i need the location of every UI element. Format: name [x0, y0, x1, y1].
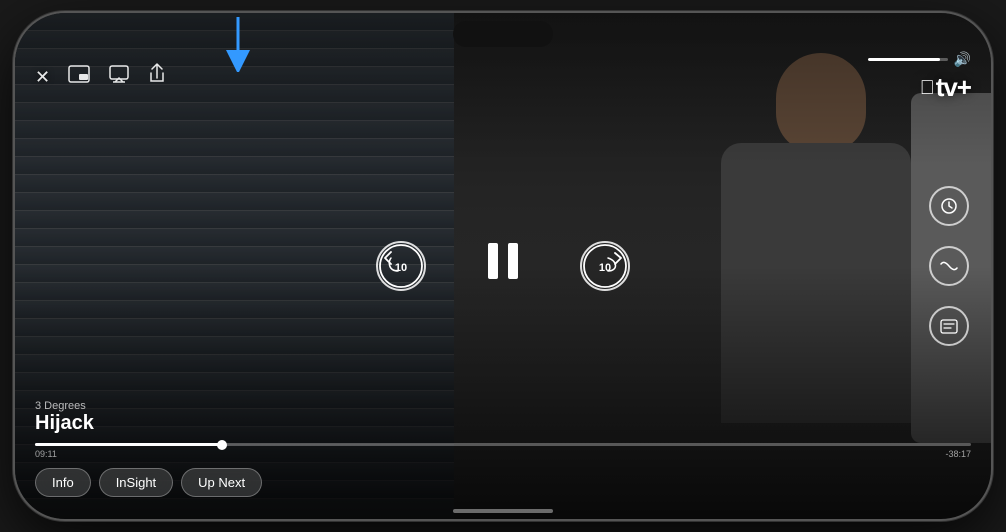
right-side-controls	[929, 186, 969, 346]
dynamic-island	[453, 21, 553, 47]
annotation-arrow	[223, 17, 253, 77]
top-right-controls: 🔊  tv+	[868, 51, 971, 103]
time-elapsed: 09:11	[35, 449, 57, 459]
insight-button[interactable]: InSight	[99, 468, 173, 497]
bottom-section: 3 Degrees Hijack 09:11 -38:17	[35, 400, 971, 459]
phone-frame: ✕	[13, 11, 993, 521]
controls-overlay: ✕	[15, 13, 991, 519]
pause-button[interactable]	[486, 241, 520, 291]
info-button[interactable]: Info	[35, 468, 91, 497]
top-left-controls: ✕	[35, 63, 166, 91]
progress-thumb	[217, 440, 227, 450]
share-button[interactable]	[148, 63, 166, 91]
volume-fill	[868, 58, 940, 61]
progress-container: 09:11 -38:17	[35, 443, 971, 459]
audio-button[interactable]	[929, 246, 969, 286]
volume-control[interactable]: 🔊	[868, 51, 971, 68]
time-labels: 09:11 -38:17	[35, 449, 971, 459]
show-title: Hijack	[35, 412, 971, 435]
apple-icon: 	[920, 78, 934, 98]
airplay-button[interactable]	[108, 64, 130, 90]
show-season: 3 Degrees	[35, 400, 971, 412]
svg-text:10: 10	[599, 262, 611, 274]
appletv-logo:  tv+	[920, 72, 971, 103]
top-bar: ✕	[35, 51, 971, 103]
progress-fill	[35, 443, 222, 446]
progress-bar[interactable]	[35, 443, 971, 446]
home-indicator[interactable]	[453, 509, 553, 513]
bottom-buttons: Info InSight Up Next	[35, 468, 262, 497]
pip-button[interactable]	[68, 65, 90, 89]
svg-text:10: 10	[395, 262, 407, 274]
side-button-right	[992, 163, 993, 243]
skip-back-button[interactable]: 10	[376, 241, 426, 291]
skip-forward-button[interactable]: 10	[580, 241, 630, 291]
subtitles-button[interactable]	[929, 306, 969, 346]
tv-plus-text: tv+	[936, 72, 971, 103]
up-next-button[interactable]: Up Next	[181, 468, 262, 497]
center-controls: 10 10	[376, 241, 630, 291]
time-remaining: -38:17	[945, 449, 971, 459]
volume-icon: 🔊	[954, 51, 971, 68]
close-button[interactable]: ✕	[35, 67, 50, 88]
screen: ✕	[15, 13, 991, 519]
volume-bar	[868, 58, 948, 61]
playback-speed-button[interactable]	[929, 186, 969, 226]
show-info: 3 Degrees Hijack	[35, 400, 971, 435]
